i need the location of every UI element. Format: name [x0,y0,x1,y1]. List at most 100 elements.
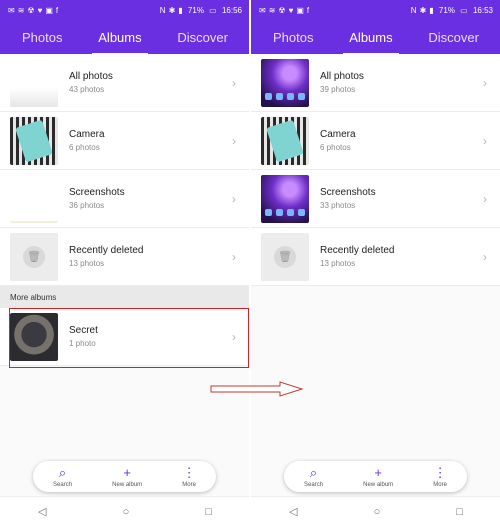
album-title: Recently deleted [69,245,144,256]
search-button[interactable]: ⌕ Search [53,466,72,488]
album-thumbnail [10,58,58,107]
album-row-all-photos[interactable]: All photos 43 photos › [0,54,250,112]
album-title: Camera [69,129,105,140]
chevron-right-icon: › [483,249,487,264]
album-thumbnail: 🗑 [10,232,58,281]
battery-icon: ▭ [460,5,468,15]
tab-albums[interactable]: Albums [86,24,153,55]
album-row-recently-deleted[interactable]: 🗑 Recently deleted 13 photos › [0,228,250,286]
album-row-camera[interactable]: Camera 6 photos › [251,112,500,170]
bottom-action-bar: ⌕ Search + New album ⋮ More [284,461,467,492]
album-title: All photos [69,71,113,82]
phone-left: ✉ ≋ ☢ ♥ ▣ f N ✱ ▮ 71% ▭ 16:56 Photos Albums Dis… [0,0,250,526]
tab-photos[interactable]: Photos [10,24,74,51]
album-thumbnail: 🗑 [261,232,309,281]
tab-bar: Photos Albums Discover [0,20,250,55]
system-nav-bar: ◁ ○ □ [251,496,500,526]
tab-discover[interactable]: Discover [165,24,240,51]
notification-icons: ✉ ≋ ☢ ♥ ▣ f [8,5,59,15]
new-album-button[interactable]: + New album [112,466,142,488]
album-count: 36 photos [69,201,105,210]
chevron-right-icon: › [483,133,487,148]
album-title: All photos [320,71,364,82]
action-label: New album [112,481,143,488]
album-count: 6 photos [69,143,100,152]
arrow-right-icon [210,381,304,397]
album-title: Screenshots [320,187,376,198]
album-thumbnail [261,58,309,107]
action-label: New album [363,481,394,488]
nfc-icon: N [410,5,417,15]
back-icon[interactable]: ◁ [38,505,46,518]
more-vertical-icon: ⋮ [433,464,447,480]
signal-icon: ▮ [429,5,434,15]
album-thumbnail [261,116,309,165]
trash-icon: 🗑 [23,245,45,268]
album-row-recently-deleted[interactable]: 🗑 Recently deleted 13 photos › [251,228,500,286]
album-title: Screenshots [69,187,125,198]
tab-albums[interactable]: Albums [337,24,404,55]
status-right: N ✱ ▮ 71% ▭ 16:53 [408,6,493,15]
tab-discover[interactable]: Discover [416,24,491,51]
action-label: More [182,481,196,488]
chevron-right-icon: › [483,191,487,206]
home-icon[interactable]: ○ [374,506,381,518]
status-bar: ✉ ≋ ☢ ♥ ▣ f N ✱ ▮ 71% ▭ 16:53 [251,0,500,20]
album-title: Recently deleted [320,245,395,256]
album-list: All photos 39 photos › Camera 6 photos › S… [251,54,500,286]
tab-photos[interactable]: Photos [261,24,325,51]
bluetooth-icon: ✱ [419,5,427,15]
more-button[interactable]: ⋮ More [182,466,196,488]
chevron-right-icon: › [232,133,236,148]
more-vertical-icon: ⋮ [182,464,196,480]
album-thumbnail [10,174,58,223]
battery-icon: ▭ [209,5,217,15]
highlight-box [9,308,249,368]
album-count: 13 photos [69,259,105,268]
album-row-camera[interactable]: Camera 6 photos › [0,112,250,170]
signal-icon: ▮ [178,5,183,15]
recents-icon[interactable]: □ [456,506,463,518]
notification-icons: ✉ ≋ ☢ ♥ ▣ f [259,5,310,15]
action-label: Search [304,481,324,488]
album-row-all-photos[interactable]: All photos 39 photos › [251,54,500,112]
plus-icon: + [374,464,382,480]
status-time: 16:53 [472,5,493,15]
album-thumbnail [261,174,309,223]
status-bar: ✉ ≋ ☢ ♥ ▣ f N ✱ ▮ 71% ▭ 16:56 [0,0,250,20]
album-count: 39 photos [320,85,356,94]
action-label: Search [53,481,73,488]
album-title: Camera [320,129,356,140]
album-count: 43 photos [69,85,105,94]
search-button[interactable]: ⌕ Search [304,466,323,488]
trash-icon: 🗑 [274,245,296,268]
search-icon: ⌕ [309,464,318,480]
search-icon: ⌕ [58,464,67,480]
recents-icon[interactable]: □ [205,506,212,518]
tab-bar: Photos Albums Discover [251,20,500,55]
system-nav-bar: ◁ ○ □ [0,496,250,526]
battery-percent: 71% [438,5,455,15]
chevron-right-icon: › [232,75,236,90]
plus-icon: + [123,464,131,480]
new-album-button[interactable]: + New album [363,466,393,488]
comparison-screenshot: ✉ ≋ ☢ ♥ ▣ f N ✱ ▮ 71% ▭ 16:56 Photos Albums Dis… [0,0,500,526]
status-right: N ✱ ▮ 71% ▭ 16:56 [157,6,242,15]
action-label: More [433,481,447,488]
bluetooth-icon: ✱ [168,5,176,15]
chevron-right-icon: › [483,75,487,90]
home-icon[interactable]: ○ [123,506,130,518]
back-icon[interactable]: ◁ [289,505,297,518]
chevron-right-icon: › [232,191,236,206]
section-header-more-albums: More albums [0,286,250,308]
album-count: 13 photos [320,259,356,268]
phone-right: ✉ ≋ ☢ ♥ ▣ f N ✱ ▮ 71% ▭ 16:53 Photos Albums Dis… [251,0,500,526]
album-row-screenshots[interactable]: Screenshots 36 photos › [0,170,250,228]
chevron-right-icon: › [232,249,236,264]
album-thumbnail [10,116,58,165]
album-row-screenshots[interactable]: Screenshots 33 photos › [251,170,500,228]
album-count: 33 photos [320,201,356,210]
status-time: 16:56 [221,5,242,15]
album-count: 6 photos [320,143,351,152]
more-button[interactable]: ⋮ More [433,466,447,488]
